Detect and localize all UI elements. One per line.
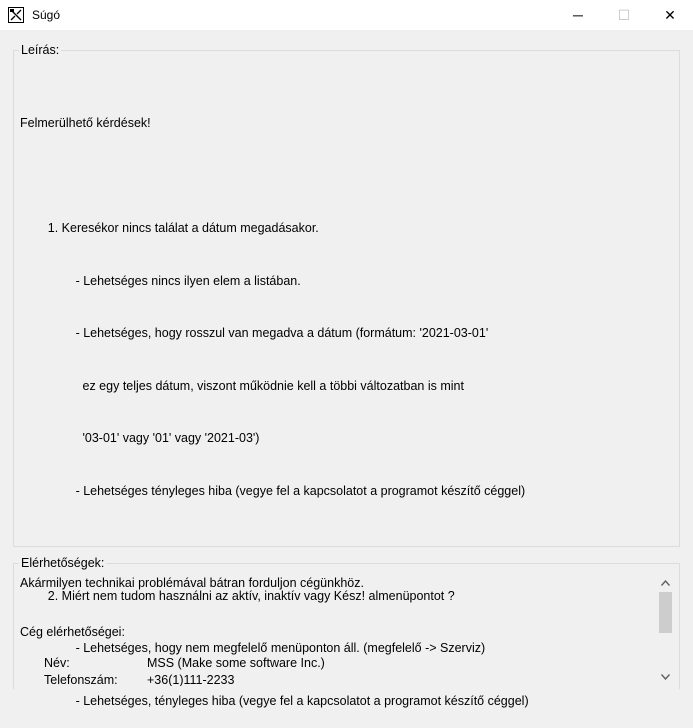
maximize-button: ☐ (617, 6, 631, 23)
app-icon (8, 7, 24, 23)
help-line: - Lehetséges, hogy rosszul van megadva a… (20, 326, 489, 340)
contacts-scrollbar[interactable] (657, 574, 674, 686)
scroll-up-arrow-icon[interactable] (657, 574, 674, 591)
help-line: - Lehetséges, tényleges hiba (vegye fel … (20, 693, 529, 708)
title-bar[interactable]: Súgó ─ ☐ ✕ (0, 0, 693, 30)
help-line: '03-01' vagy '01' vagy '2021-03') (20, 431, 260, 445)
help-line: Felmerülhető kérdések! (20, 116, 151, 130)
contact-value-name: MSS (Make some software Inc.) (147, 656, 325, 670)
contacts-legend: Elérhetőségek: (19, 556, 107, 570)
help-line (20, 535, 529, 553)
contacts-section-title: Cég elérhetőségei: (20, 625, 125, 639)
contact-value-phone: +36(1)111-2233 (147, 673, 235, 686)
help-line (20, 168, 529, 186)
help-line: - Lehetséges tényleges hiba (vegye fel a… (20, 483, 526, 498)
help-line: ez egy teljes dátum, viszont működnie ke… (20, 378, 464, 393)
window-title: Súgó (32, 8, 61, 22)
contacts-text-area[interactable]: Akármilyen technikai problémával bátran … (14, 572, 656, 686)
help-line: 1. Keresékor nincs találat a dátum megad… (20, 221, 319, 235)
minimize-button[interactable]: ─ (555, 0, 601, 30)
contact-label-name: Név: (44, 656, 70, 670)
close-button[interactable]: ✕ (647, 0, 693, 30)
contact-label-phone: Telefonszám: (44, 673, 118, 686)
description-legend: Leírás: (19, 43, 62, 57)
help-line: - Lehetséges nincs ilyen elem a listában… (20, 273, 301, 288)
contacts-intro: Akármilyen technikai problémával bátran … (20, 576, 364, 590)
scroll-thumb[interactable] (659, 592, 672, 633)
scroll-down-arrow-icon[interactable] (657, 668, 674, 685)
